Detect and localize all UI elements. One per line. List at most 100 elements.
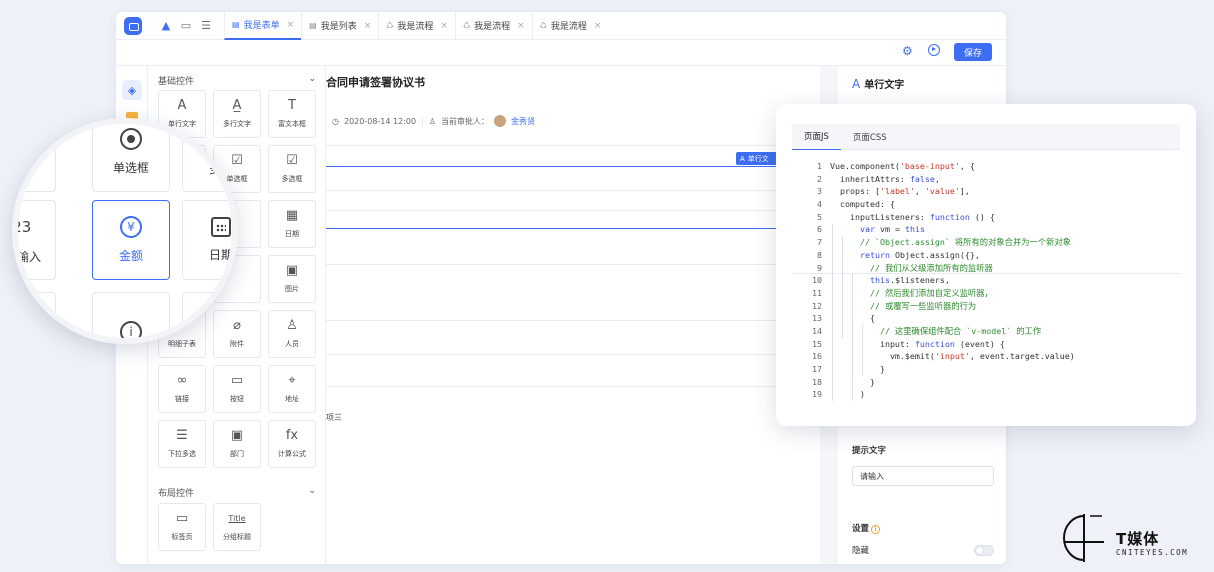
- control-icon: fx: [285, 428, 299, 443]
- code-text: var vm = this: [859, 224, 925, 235]
- control-info[interactable]: i: [92, 292, 170, 338]
- info-icon: i: [120, 321, 142, 338]
- control-amount[interactable]: ¥ 金额: [92, 200, 170, 280]
- tab-page-css[interactable]: 页面CSS: [841, 124, 899, 150]
- code-line: 19 ): [792, 388, 1180, 401]
- control-item[interactable]: ☰ 下拉多选: [158, 420, 206, 468]
- info-icon[interactable]: i: [871, 525, 881, 534]
- control-radio[interactable]: 单选框: [92, 124, 170, 192]
- watermark-title: T媒体: [1116, 530, 1160, 548]
- control-label: 单选框: [112, 161, 149, 175]
- yen-icon: ¥: [120, 216, 142, 238]
- code-editor[interactable]: 1 Vue.component('base-input', {2 inheritA…: [792, 160, 1180, 402]
- control-label: 部门: [230, 450, 244, 458]
- flow-icon: ♺: [462, 21, 471, 30]
- layout-controls-header[interactable]: 布局控件 ⌄: [158, 486, 316, 499]
- close-icon[interactable]: ×: [287, 20, 295, 30]
- list-icon[interactable]: ☰: [196, 19, 216, 32]
- control-item[interactable]: ▣ 部门: [213, 420, 261, 468]
- tab-3[interactable]: ♺ 我是流程 ×: [454, 12, 532, 40]
- hidden-toggle[interactable]: [974, 544, 994, 556]
- control-icon: ▭: [230, 373, 244, 388]
- section-title: 布局控件: [158, 489, 195, 499]
- field-line[interactable]: [326, 264, 820, 265]
- control-item[interactable]: ♙ 人员: [268, 310, 316, 358]
- tab-label: 我是列表: [320, 22, 357, 32]
- line-number: 18: [812, 376, 822, 387]
- selected-field-line[interactable]: [326, 166, 820, 167]
- code-text: computed: {: [830, 199, 895, 210]
- code-text: this.$listeners,: [869, 275, 950, 286]
- control-checkbox[interactable]: ☑ 多选: [182, 124, 232, 192]
- control-number[interactable]: 123 数字输入: [18, 200, 56, 280]
- clock-icon: ◷: [332, 116, 339, 126]
- line-number: 9: [817, 262, 822, 273]
- code-line: 16 vm.$emit('input', event.target.value): [792, 350, 1180, 363]
- code-text: vm.$emit('input', event.target.value): [830, 351, 1075, 362]
- control-item[interactable]: ▭ 按钮: [213, 365, 261, 413]
- control-item[interactable]: T 富文本框: [268, 90, 316, 138]
- control-label: 菜单: [16, 162, 29, 176]
- line-number: 1: [817, 161, 822, 171]
- hint-input[interactable]: 请输入: [852, 466, 994, 486]
- watermark-subtitle: CNITEYES.COM: [1116, 548, 1189, 557]
- gear-icon[interactable]: ⚙: [902, 44, 913, 58]
- control-icon: A̲: [232, 98, 242, 113]
- indent-guide: [842, 236, 843, 338]
- code-line: 8 return Object.assign({},: [792, 249, 1180, 262]
- preview-icon[interactable]: [928, 44, 940, 56]
- control-item[interactable]: fx 计算公式: [268, 420, 316, 468]
- control-item[interactable]: ▣ 图片: [268, 255, 316, 303]
- control-tag-label: 单行文: [747, 154, 769, 163]
- line-number: 15: [812, 338, 822, 349]
- layout-controls-grid: ▭ 标签页 Title 分组标题: [158, 503, 316, 551]
- tab-4[interactable]: ♺ 我是流程 ×: [531, 12, 609, 40]
- close-icon[interactable]: ×: [364, 21, 372, 31]
- field-line[interactable]: [326, 386, 820, 387]
- code-line: 11 // 然后我们添加自定义监听器，: [792, 287, 1180, 300]
- code-line: 1 Vue.component('base-input', {: [792, 160, 1180, 173]
- folder-icon[interactable]: ▭: [176, 19, 196, 32]
- control-item[interactable]: ☑ 多选框: [268, 145, 316, 193]
- text-icon: A: [852, 76, 861, 91]
- layers-icon[interactable]: ◈: [122, 80, 142, 100]
- option-item[interactable]: 项三: [326, 412, 342, 423]
- basic-controls-header[interactable]: 基础控件 ⌄: [158, 74, 316, 87]
- rocket-icon[interactable]: ▲: [156, 19, 176, 32]
- control-item[interactable]: ▭ 标签页: [158, 503, 206, 551]
- code-text: ): [830, 389, 865, 400]
- tab-0[interactable]: ▤ 我是表单 ×: [224, 12, 302, 40]
- properties-title: A 单行文字: [852, 76, 904, 92]
- control-item[interactable]: ▦ 日期: [268, 200, 316, 248]
- line-number: 10: [812, 275, 822, 286]
- approver-name[interactable]: 金秀贤: [511, 116, 535, 127]
- field-line[interactable]: [326, 190, 820, 191]
- selected-field-line[interactable]: [326, 228, 820, 229]
- field-line[interactable]: [326, 320, 820, 321]
- close-icon[interactable]: ×: [440, 21, 448, 31]
- tab-1[interactable]: ▤ 我是列表 ×: [301, 12, 378, 40]
- settings-label: 设置 i: [852, 522, 881, 534]
- control-icon: ▭: [175, 511, 189, 526]
- control-item[interactable]: ⌖ 地址: [268, 365, 316, 413]
- control-menu[interactable]: 菜单: [16, 124, 56, 192]
- tab-2[interactable]: ♺ 我是流程 ×: [378, 12, 455, 40]
- code-line: 9 // 我们从父级添加所有的监听器: [792, 262, 1180, 275]
- field-line[interactable]: [326, 354, 820, 355]
- control-icon: ♙: [286, 318, 298, 333]
- control-item[interactable]: Title 分组标题: [213, 503, 261, 551]
- app-logo-icon[interactable]: [124, 16, 142, 35]
- close-icon[interactable]: ×: [594, 21, 602, 31]
- control-item[interactable]: ∞ 链接: [158, 365, 206, 413]
- control-date[interactable]: 日期: [182, 200, 232, 280]
- control-partial[interactable]: [182, 292, 232, 338]
- tab-page-js[interactable]: 页面JS: [792, 124, 841, 150]
- line-number: 11: [812, 287, 822, 298]
- close-icon[interactable]: ×: [517, 21, 525, 31]
- control-partial[interactable]: [18, 292, 56, 338]
- field-line[interactable]: [326, 210, 820, 211]
- section-title: 基础控件: [158, 77, 195, 87]
- save-button[interactable]: 保存: [954, 43, 992, 61]
- line-number: 8: [817, 249, 822, 260]
- code-text: // 我们从父级添加所有的监听器: [830, 262, 993, 273]
